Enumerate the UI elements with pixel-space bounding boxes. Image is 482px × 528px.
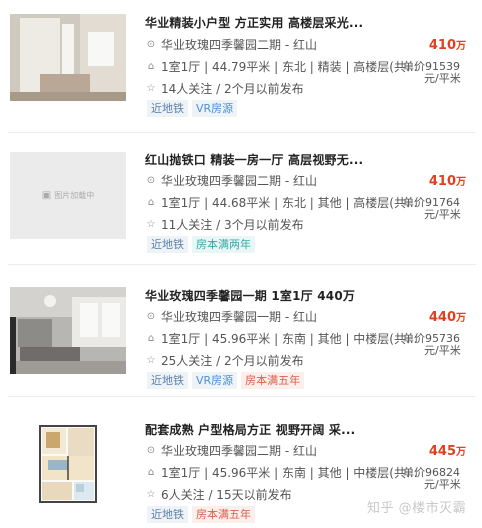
tag-list: 近地铁 VR房源 [147, 100, 238, 117]
community-row: ⊙ 华业玫瑰四季馨园一期 - 红山 [145, 308, 317, 325]
tag-near-subway: 近地铁 [147, 236, 188, 253]
house-icon: ⌂ [147, 60, 155, 72]
listing-title[interactable]: 红山抛铁口 精装一房一厅 高层视野无... [145, 151, 363, 168]
listing-title[interactable]: 配套成熟 户型格局方正 视野开阔 采... [145, 421, 355, 438]
listing-card[interactable]: 华业玫瑰四季馨园一期 1室1厅 440万 ⊙ 华业玫瑰四季馨园一期 - 红山 ⌂… [0, 264, 482, 396]
zhihu-watermark: 知乎 @楼市灭霸 [367, 501, 467, 516]
price-unit: 万 [456, 447, 466, 458]
price-unit: 万 [456, 177, 466, 188]
price-value: 445 [428, 444, 456, 459]
tag-near-subway: 近地铁 [147, 506, 188, 523]
star-icon: ☆ [146, 354, 156, 366]
followers-text: 14人关注 / 2个月以前发布 [161, 82, 304, 96]
star-icon: ☆ [146, 218, 156, 230]
listing-title[interactable]: 华业玫瑰四季馨园一期 1室1厅 440万 [145, 287, 355, 304]
tag-list: 近地铁 VR房源 房本满五年 [147, 372, 305, 389]
community-row: ⊙ 华业玫瑰四季馨园二期 - 红山 [145, 172, 317, 189]
house-icon: ⌂ [147, 332, 155, 344]
listing-photo[interactable] [10, 14, 126, 101]
followers-text: 11人关注 / 3个月以前发布 [161, 218, 304, 232]
tag-title-five-years: 房本满五年 [192, 506, 255, 523]
tag-near-subway: 近地铁 [147, 372, 188, 389]
house-icon: ⌂ [147, 196, 155, 208]
community-link[interactable]: 华业玫瑰四季馨园二期 - 红山 [161, 36, 317, 53]
tag-title-five-years: 房本满五年 [241, 372, 305, 389]
unit-price-suffix: 元/平米 [424, 72, 461, 85]
tag-vr: VR房源 [192, 372, 238, 389]
unit-price-suffix: 元/平米 [424, 478, 461, 491]
total-price: 440万 [429, 309, 466, 325]
tag-list: 近地铁 房本满两年 [147, 236, 255, 253]
unit-price-suffix: 元/平米 [424, 344, 461, 357]
house-icon: ⌂ [147, 466, 155, 478]
divider [8, 264, 476, 265]
community-link[interactable]: 华业玫瑰四季馨园二期 - 红山 [161, 172, 317, 189]
divider [8, 396, 476, 397]
community-row: ⊙ 华业玫瑰四季馨园二期 - 红山 [145, 36, 317, 53]
attributes-row: ⌂ 1室1厅 | 44.68平米 | 东北 | 其他 | 高楼层(共... [145, 194, 423, 211]
tag-near-subway: 近地铁 [147, 100, 188, 117]
divider [8, 132, 476, 133]
star-icon: ☆ [146, 82, 156, 94]
total-price: 410万 [429, 37, 466, 53]
listing-title[interactable]: 华业精装小户型 方正实用 高楼层采光... [145, 14, 363, 31]
attributes-row: ⌂ 1室1厅 | 44.79平米 | 东北 | 精装 | 高楼层(共... [145, 58, 423, 75]
total-price: 445万 [429, 443, 466, 459]
followers-row: ☆ 14人关注 / 2个月以前发布 [145, 80, 304, 97]
total-price: 410万 [429, 173, 466, 189]
attributes-row: ⌂ 1室1厅 | 45.96平米 | 东南 | 其他 | 中楼层(共... [145, 464, 423, 481]
attributes-text: 1室1厅 | 44.68平米 | 东北 | 其他 | 高楼层(共... [161, 196, 418, 210]
price-unit: 万 [456, 41, 466, 52]
attributes-text: 1室1厅 | 44.79平米 | 东北 | 精装 | 高楼层(共... [161, 60, 418, 74]
unit-price-suffix: 元/平米 [424, 208, 461, 221]
price-unit: 万 [456, 313, 466, 324]
star-icon: ☆ [146, 488, 156, 500]
community-link[interactable]: 华业玫瑰四季馨园一期 - 红山 [161, 308, 317, 325]
community-row: ⊙ 华业玫瑰四季馨园二期 - 红山 [145, 442, 317, 459]
attributes-text: 1室1厅 | 45.96平米 | 东南 | 其他 | 中楼层(共... [161, 466, 418, 480]
listing-card[interactable]: 华业精装小户型 方正实用 高楼层采光... ⊙ 华业玫瑰四季馨园二期 - 红山 … [0, 0, 482, 132]
listing-photo[interactable] [10, 287, 126, 374]
price-value: 440 [428, 310, 456, 325]
tag-vr: VR房源 [192, 100, 238, 117]
listing-card[interactable]: ▣ 图片加载中 红山抛铁口 精装一房一厅 高层视野无... ⊙ 华业玫瑰四季馨园… [0, 132, 482, 264]
image-icon: ▣ [41, 190, 52, 201]
attributes-row: ⌂ 1室1厅 | 45.96平米 | 东南 | 其他 | 中楼层(共... [145, 330, 423, 347]
price-value: 410 [428, 174, 456, 189]
followers-row: ☆ 6人关注 / 15天以前发布 [145, 486, 292, 503]
location-pin-icon: ⊙ [146, 310, 156, 322]
placeholder-text: 图片加载中 [54, 191, 95, 200]
attributes-text: 1室1厅 | 45.96平米 | 东南 | 其他 | 中楼层(共... [161, 332, 418, 346]
price-value: 410 [428, 38, 456, 53]
followers-text: 6人关注 / 15天以前发布 [161, 488, 292, 502]
location-pin-icon: ⊙ [146, 38, 156, 50]
followers-text: 25人关注 / 2个月以前发布 [161, 354, 304, 368]
followers-row: ☆ 25人关注 / 2个月以前发布 [145, 352, 304, 369]
tag-list: 近地铁 房本满五年 [147, 506, 255, 523]
floorplan-image[interactable] [10, 420, 126, 507]
followers-row: ☆ 11人关注 / 3个月以前发布 [145, 216, 304, 233]
community-link[interactable]: 华业玫瑰四季馨园二期 - 红山 [161, 442, 317, 459]
location-pin-icon: ⊙ [146, 174, 156, 186]
listing-photo-placeholder[interactable]: ▣ 图片加载中 [10, 152, 126, 239]
location-pin-icon: ⊙ [146, 444, 156, 456]
tag-title-two-years: 房本满两年 [192, 236, 255, 253]
